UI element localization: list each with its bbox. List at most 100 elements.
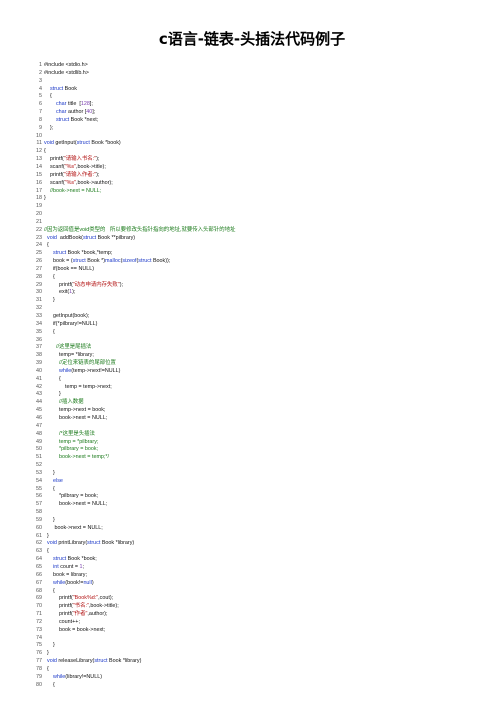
- line-number: 8: [39, 116, 42, 123]
- code-line: 77 void releaseLibrary(struct Book *libr…: [30, 658, 500, 666]
- code-line: 76 }: [30, 650, 500, 658]
- code-token: struct: [94, 658, 108, 665]
- code-line: 61 }: [30, 533, 500, 541]
- code-token: printf(: [44, 603, 73, 610]
- code-token: book = book->next;: [44, 626, 106, 633]
- code-token: "请输入作者:": [63, 171, 97, 178]
- code-line: 34 if(*pilbrary!=NULL): [30, 321, 500, 329]
- code-token: //这里是尾插法: [55, 344, 92, 351]
- line-number: 19: [36, 203, 42, 210]
- code-line: 27 if(book == NULL): [30, 266, 500, 274]
- line-number: 51: [36, 454, 42, 461]
- code-token: char: [55, 101, 67, 108]
- code-token: char: [55, 109, 67, 116]
- line-number: 37: [36, 344, 42, 351]
- code-token: *pilbrary = book;: [44, 493, 99, 500]
- code-line: 65 int count = 1;: [30, 564, 500, 572]
- line-number: 46: [36, 414, 42, 421]
- code-token: "Book%d:": [72, 595, 99, 602]
- line-number: 28: [36, 273, 42, 280]
- line-number: 1: [39, 62, 42, 68]
- code-line: 51 book->next = temp;*/: [30, 454, 500, 462]
- line-number: 49: [36, 438, 42, 445]
- code-line: 39 //定位来链表的尾部位置: [30, 360, 500, 368]
- code-token: );: [119, 281, 124, 288]
- line-number: 54: [36, 477, 42, 484]
- code-token: Book *book,*temp;: [66, 250, 113, 257]
- code-line: 42 temp = temp->next;: [30, 384, 500, 392]
- code-token: }: [44, 642, 55, 649]
- code-line: 68 {: [30, 588, 500, 596]
- code-token: struct: [82, 234, 97, 241]
- line-number: 15: [36, 171, 42, 178]
- code-token: (temp->next!=NULL): [71, 367, 121, 374]
- code-token: ;: [82, 564, 85, 570]
- code-line: 59 }: [30, 517, 500, 525]
- code-token: printf(: [44, 595, 73, 602]
- line-number: 13: [36, 156, 42, 163]
- line-number: 40: [36, 367, 42, 374]
- line-number: 9: [39, 124, 42, 131]
- code-token: {: [44, 587, 55, 594]
- line-number: 16: [36, 179, 42, 186]
- code-line: 5 {: [30, 93, 500, 101]
- code-token: struct: [55, 116, 70, 123]
- line-number: 64: [36, 556, 42, 563]
- code-token: }: [44, 469, 55, 476]
- line-number: 53: [36, 469, 42, 476]
- code-token: {: [44, 681, 55, 688]
- line-number: 48: [36, 430, 42, 437]
- code-line: 32: [30, 305, 500, 313]
- code-line: 9 };: [30, 125, 500, 133]
- code-token: 128: [80, 101, 90, 108]
- line-number: 31: [36, 297, 42, 304]
- code-line: 28 {: [30, 274, 500, 282]
- code-line: 44 //插入数据: [30, 399, 500, 407]
- code-line: 60 book->next = NULL;: [30, 525, 500, 533]
- code-token: {: [44, 328, 55, 335]
- code-line: 62 void printLibrary(struct Book *librar…: [30, 540, 500, 548]
- line-number: 42: [36, 383, 42, 390]
- code-line: 45 temp->next = book;: [30, 407, 500, 415]
- code-token: void: [47, 658, 57, 665]
- code-line: 63 {: [30, 548, 500, 556]
- code-token: "%s": [64, 163, 76, 170]
- code-token: "动态申请内存失败": [72, 281, 120, 288]
- code-token: struct: [53, 250, 67, 257]
- line-number: 38: [36, 352, 42, 359]
- line-number: 18: [36, 195, 42, 202]
- line-number: 14: [36, 163, 42, 170]
- line-number: 47: [36, 422, 42, 429]
- line-number: 71: [36, 611, 42, 618]
- code-token: "%s": [64, 179, 76, 186]
- line-number: 20: [36, 211, 42, 218]
- code-token: printLibrary(: [56, 540, 88, 547]
- line-number: 11: [36, 140, 42, 147]
- line-number: 56: [36, 493, 42, 500]
- code-line: 22//因为返回值是void类型的 所以要修改头指针指向的地址,就要传入头部针的…: [30, 227, 500, 235]
- code-token: );: [96, 171, 100, 178]
- code-token: {: [44, 273, 55, 280]
- code-token: #include <stdlib.h>: [44, 69, 89, 76]
- code-line: 17 //book->next = NULL;: [30, 188, 500, 196]
- code-token: book->next = NULL;: [44, 414, 108, 421]
- code-line: 67 while(book!=null): [30, 580, 500, 588]
- line-number: 63: [36, 548, 42, 555]
- code-line: 75 }: [30, 642, 500, 650]
- code-token: book->next = temp;*/: [58, 454, 110, 461]
- code-token: getInput(: [53, 140, 77, 147]
- code-token: Book: [63, 85, 77, 92]
- code-token: Book *next;: [69, 116, 99, 123]
- code-line: 46 book->next = NULL;: [30, 415, 500, 423]
- code-token: {: [44, 148, 46, 155]
- line-number: 21: [36, 218, 42, 225]
- line-number: 57: [36, 501, 42, 508]
- code-token: struct: [53, 556, 67, 563]
- code-line: 56 *pilbrary = book;: [30, 493, 500, 501]
- code-line: 16 scanf("%s",book->author);: [30, 180, 500, 188]
